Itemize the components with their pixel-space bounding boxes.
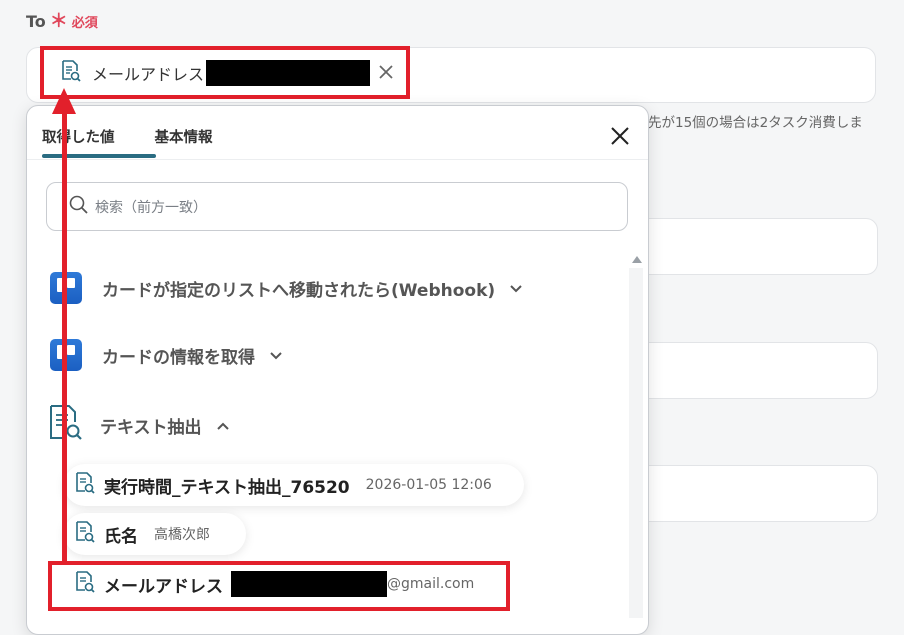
required-badge: 必須 [71,16,98,31]
item-label: 氏名 [104,526,138,547]
scroll-up-arrow-icon[interactable] [632,256,642,263]
list-item-name[interactable]: 氏名 高橋次郎 [64,513,246,555]
tab-basic-info[interactable]: 基本情報 [155,118,213,155]
highlight-box-chip [40,46,410,99]
annotation-arrow-line [62,112,67,564]
section-title: テキスト抽出 [100,417,202,438]
section-title: カードの情報を取得 [102,347,255,368]
highlight-box-email [48,561,510,611]
search-input[interactable]: 検索（前方一致） [46,182,628,231]
section-webhook[interactable]: カードが指定のリストへ移動されたら(Webhook) [50,272,523,304]
search-icon [69,195,89,219]
to-label-text: To [26,12,46,31]
section-card-info[interactable]: カードの情報を取得 [50,339,283,371]
required-star: ＊ [49,10,68,32]
document-search-icon [74,471,96,499]
section-text-extract[interactable]: テキスト抽出 [48,404,230,446]
hint-text: 先が15個の場合は2タスク消費しま [648,115,863,131]
item-label: 実行時間_テキスト抽出_76520 [104,477,350,498]
document-search-icon [74,520,96,548]
scrollbar-track[interactable] [629,268,643,618]
annotation-arrow-head-icon [52,88,76,114]
close-icon[interactable] [609,125,631,147]
tab-acquired-values[interactable]: 取得した値 [42,118,115,155]
item-value: 高橋次郎 [154,527,210,543]
active-tab-indicator [42,154,156,158]
search-placeholder: 検索（前方一致） [95,199,207,216]
to-field-label: To ＊ 必須 [26,12,98,31]
chevron-down-icon [509,279,523,298]
popup-tabs: 取得した値 基本情報 [42,118,213,155]
chevron-down-icon [269,346,283,365]
section-title: カードが指定のリストへ移動されたら(Webhook) [102,280,496,301]
tab-divider [27,159,648,160]
item-value: 2026-01-05 12:06 [365,477,492,493]
chevron-up-icon [216,416,230,435]
list-item-exec-time[interactable]: 実行時間_テキスト抽出_76520 2026-01-05 12:06 [64,464,524,506]
